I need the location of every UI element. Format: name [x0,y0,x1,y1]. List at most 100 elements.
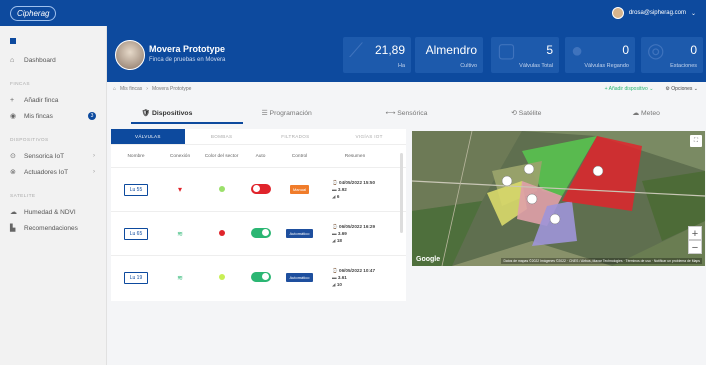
stat-crop: Almendro Cultivo [415,37,483,73]
auto-toggle[interactable] [250,271,271,282]
auto-toggle[interactable] [250,227,271,238]
tab-label: Sensórica [397,110,428,117]
tab-satellite[interactable]: ⟲ Satélite [466,103,586,125]
home-icon[interactable]: ⌂ [113,86,116,92]
control-mode-button[interactable]: Automático [286,229,313,238]
plus-icon: + [10,96,15,104]
zoom-out-button[interactable]: − [688,240,702,254]
sidebar-item-recommendations[interactable]: ▙ Recomendaciones [0,220,106,236]
table-scrollbar[interactable] [400,153,403,233]
tab-sensors[interactable]: ⟷ Sensórica [347,103,467,125]
wifi-icon: ≋ [177,274,183,282]
column-header: Nombre [127,153,145,159]
stat-value: 0 [690,43,697,57]
farms-count-badge: 3 [88,112,96,120]
clock-icon: ⌚ [332,268,338,273]
sensor-icon: ⊙ [10,153,16,160]
breadcrumb-current: Movera Prototype [151,86,192,92]
sidebar-item-sensors[interactable]: ⊙ Sensorica IoT › [0,148,106,164]
fullscreen-icon[interactable]: ⛶ [690,135,702,147]
add-device-button[interactable]: + Añadir dispositivo ⌄ [605,86,654,92]
summary-date: ⌚ 06/05/2022 10:47 [332,267,388,274]
column-header: Auto [255,153,266,159]
summary-date-value: 06/05/2022 10:47 [339,268,376,273]
tab-pumps[interactable]: BOMBAS [185,129,259,144]
row-name-cell: Lu 55 [111,183,161,196]
control-mode-button[interactable]: Automático [286,273,313,282]
area-icon: ⟋ [349,40,363,62]
sidebar-item-add-farm[interactable]: + Añadir finca [0,92,106,108]
tab-label: Dispositivos [151,110,193,117]
menu-icon[interactable] [10,38,16,44]
user-email: drosa@sipherag.com [628,10,686,16]
sidebar-item-label: Sensorica IoT [24,152,65,160]
tab-label: Satélite [518,110,542,117]
tab-programming[interactable]: ☰ Programación [227,103,347,125]
document-icon: ▙ [10,225,16,232]
options-button[interactable]: ⚙ Opciones ⌄ [665,86,698,92]
sector-color-dot [218,229,225,236]
map-credits[interactable]: Datos de mapas ©2022 Imágenes ©2022 · CN… [501,258,702,264]
row-control-cell: Automático [277,273,322,282]
farm-avatar [115,40,145,70]
farm-map[interactable]: Google Datos de mapas ©2022 Imágenes ©20… [412,131,705,266]
cloud-icon: ☁ [10,209,17,216]
summary-battery-value: 3.61 [337,275,347,280]
table-row: Lu 65 ≋ Automático ⌚ 06/05/2022 16:29 ▬ … [111,211,406,255]
breadcrumb-separator: › [146,86,148,92]
tab-weather[interactable]: ☁ Meteo [586,103,706,125]
wifi-icon: ≋ [177,230,183,238]
sidebar-section-devices: DISPOSITIVOS [10,138,49,143]
summary-date-value: 06/05/2022 16:29 [339,224,376,229]
row-auto-cell [244,227,277,240]
clock-icon: ⌚ [332,224,338,229]
row-color-cell [199,273,244,282]
farm-header: Movera Prototype Finca de pruebas en Mov… [107,26,706,82]
header-actions: + Añadir dispositivo ⌄ ⚙ Opciones ⌄ [605,86,698,92]
row-wifi-cell: ▾ [161,185,199,194]
row-name-cell: Lu 19 [111,271,161,284]
table-header: Nombre Conexión Color del sector Auto Co… [111,145,406,167]
sidebar-item-my-farms[interactable]: ◉ Mis fincas 3 [0,108,106,124]
zoom-in-button[interactable]: + [688,226,702,240]
auto-toggle[interactable] [250,183,271,194]
row-control-cell: Manual [277,185,322,194]
row-summary: ⌚ 06/05/2022 16:29 ▬ 3.69 ◢ 18 [322,223,388,244]
control-mode-button[interactable]: Manual [289,185,310,194]
stat-value: 21,89 [374,43,405,57]
arrows-icon: ⟷ [385,110,396,117]
sidebar-item-label: Humedad & NDVI [24,208,76,216]
sidebar-item-dashboard[interactable]: ⌂ Dashboard [0,52,106,68]
summary-battery: ▬ 3.69 [332,230,388,237]
sidebar-item-ndvi[interactable]: ☁ Humedad & NDVI [0,204,106,220]
app-logo[interactable]: Cipherag [10,5,57,21]
row-wifi-cell: ≋ [161,230,199,238]
tab-filters[interactable]: FILTRADOS [259,129,333,144]
summary-signal: ◢ 18 [332,237,388,244]
devices-card: VÁLVULAS BOMBAS FILTRADOS VIGÍAS IOT Nom… [111,129,406,301]
satellite-image [412,131,705,266]
sidebar-item-actuators[interactable]: ⊗ Actuadores IoT › [0,164,106,180]
summary-signal: ◢ 10 [332,281,388,288]
chevron-right-icon: › [93,169,95,175]
actuator-icon: ⊗ [10,169,16,176]
summary-date: ⌚ 06/05/2022 16:29 [332,223,388,230]
breadcrumb: ⌂ Mis fincas › Movera Prototype [113,86,191,92]
sidebar-section-fincas: FINCAS [10,82,30,87]
tab-valves[interactable]: VÁLVULAS [111,129,185,144]
user-menu[interactable]: drosa@sipherag.com ⌄ [611,7,696,19]
stat-valves-total: ▢ 5 Válvulas Total [491,37,559,73]
column-header: Control [291,153,308,159]
breadcrumb-home[interactable]: Mis fincas [120,86,142,92]
list-icon: ☰ [261,110,268,117]
device-name-button[interactable]: Lu 65 [123,227,149,240]
stat-label: Válvulas Regando [584,63,629,69]
tab-iot-watchers[interactable]: VIGÍAS IOT [332,129,406,144]
shield-icon: 🛡 [141,110,151,117]
device-name-button[interactable]: Lu 19 [123,271,149,284]
table-row: Lu 19 ≋ Automático ⌚ 06/05/2022 10:47 ▬ … [111,255,406,299]
device-name-button[interactable]: Lu 55 [123,183,149,196]
stat-label: Estaciones [670,63,697,69]
sidebar-item-label: Añadir finca [24,96,59,104]
summary-battery: ▬ 3.61 [332,274,388,281]
